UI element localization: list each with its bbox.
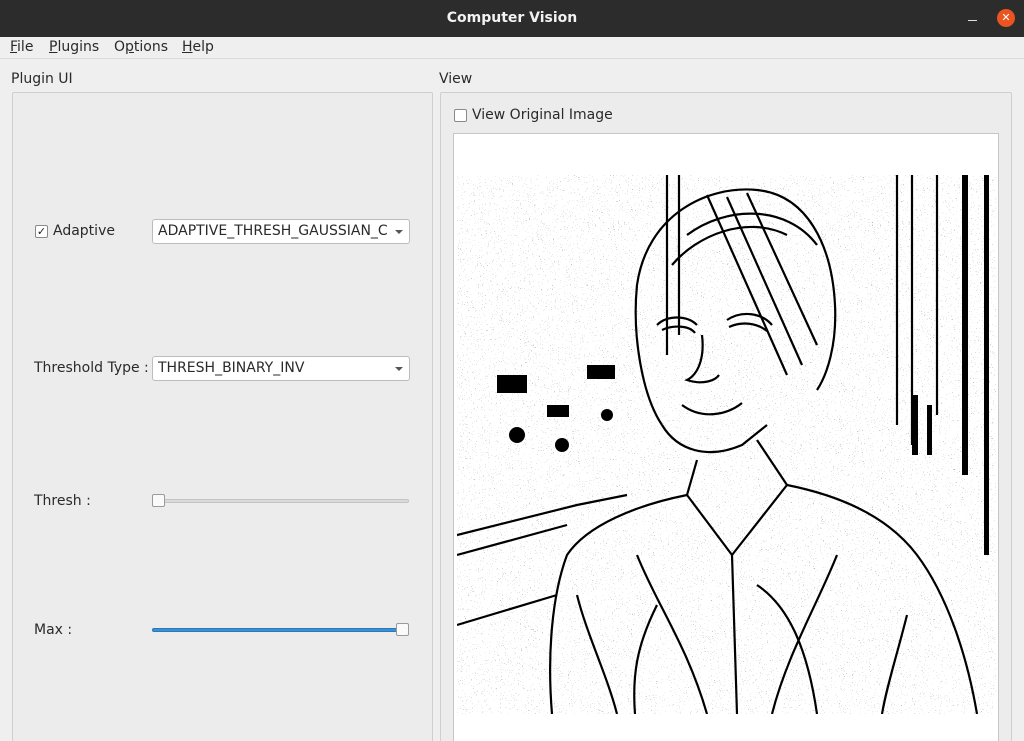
menu-options-label-start: O: [114, 39, 126, 55]
chevron-down-icon: [395, 230, 403, 234]
thresh-slider-groove: [152, 499, 409, 503]
adaptive-checkbox[interactable]: ✓: [35, 225, 48, 238]
chevron-down-icon: [395, 367, 403, 371]
plugin-ui-title: Plugin UI: [11, 71, 73, 87]
max-slider[interactable]: [152, 622, 409, 638]
minimize-icon[interactable]: [966, 9, 980, 27]
title-bar: Computer Vision ✕: [0, 0, 1024, 37]
image-view: [453, 133, 999, 741]
menu-options-mnemonic: p: [125, 39, 134, 55]
window-title: Computer Vision: [446, 10, 578, 26]
view-original-label: View Original Image: [472, 107, 613, 123]
thresholded-image: [457, 175, 996, 714]
view-title: View: [439, 71, 473, 87]
threshold-type-value: THRESH_BINARY_INV: [158, 360, 305, 376]
thresh-slider[interactable]: [152, 493, 409, 509]
close-icon[interactable]: ✕: [997, 9, 1015, 27]
menu-plugins[interactable]: Plugins: [49, 39, 99, 55]
threshold-type-select[interactable]: THRESH_BINARY_INV: [152, 356, 410, 381]
menu-options-label-end: tions: [133, 39, 169, 55]
menu-help[interactable]: Help: [182, 39, 214, 55]
max-slider-handle[interactable]: [396, 623, 409, 636]
max-slider-fill: [152, 628, 403, 632]
menu-options[interactable]: Options: [114, 39, 168, 55]
adaptive-method-value: ADAPTIVE_THRESH_GAUSSIAN_C: [158, 223, 388, 239]
threshold-type-label: Threshold Type :: [34, 360, 149, 376]
adaptive-method-select[interactable]: ADAPTIVE_THRESH_GAUSSIAN_C: [152, 219, 410, 244]
thresh-slider-handle[interactable]: [152, 494, 165, 507]
adaptive-label: Adaptive: [53, 223, 115, 239]
view-original-checkbox[interactable]: [454, 109, 467, 122]
plugin-ui-panel: [12, 92, 433, 741]
menu-bar: File Plugins Options Help: [0, 37, 1024, 59]
menu-file[interactable]: File: [10, 39, 33, 55]
thresh-label: Thresh :: [34, 493, 91, 509]
max-label: Max :: [34, 622, 73, 638]
